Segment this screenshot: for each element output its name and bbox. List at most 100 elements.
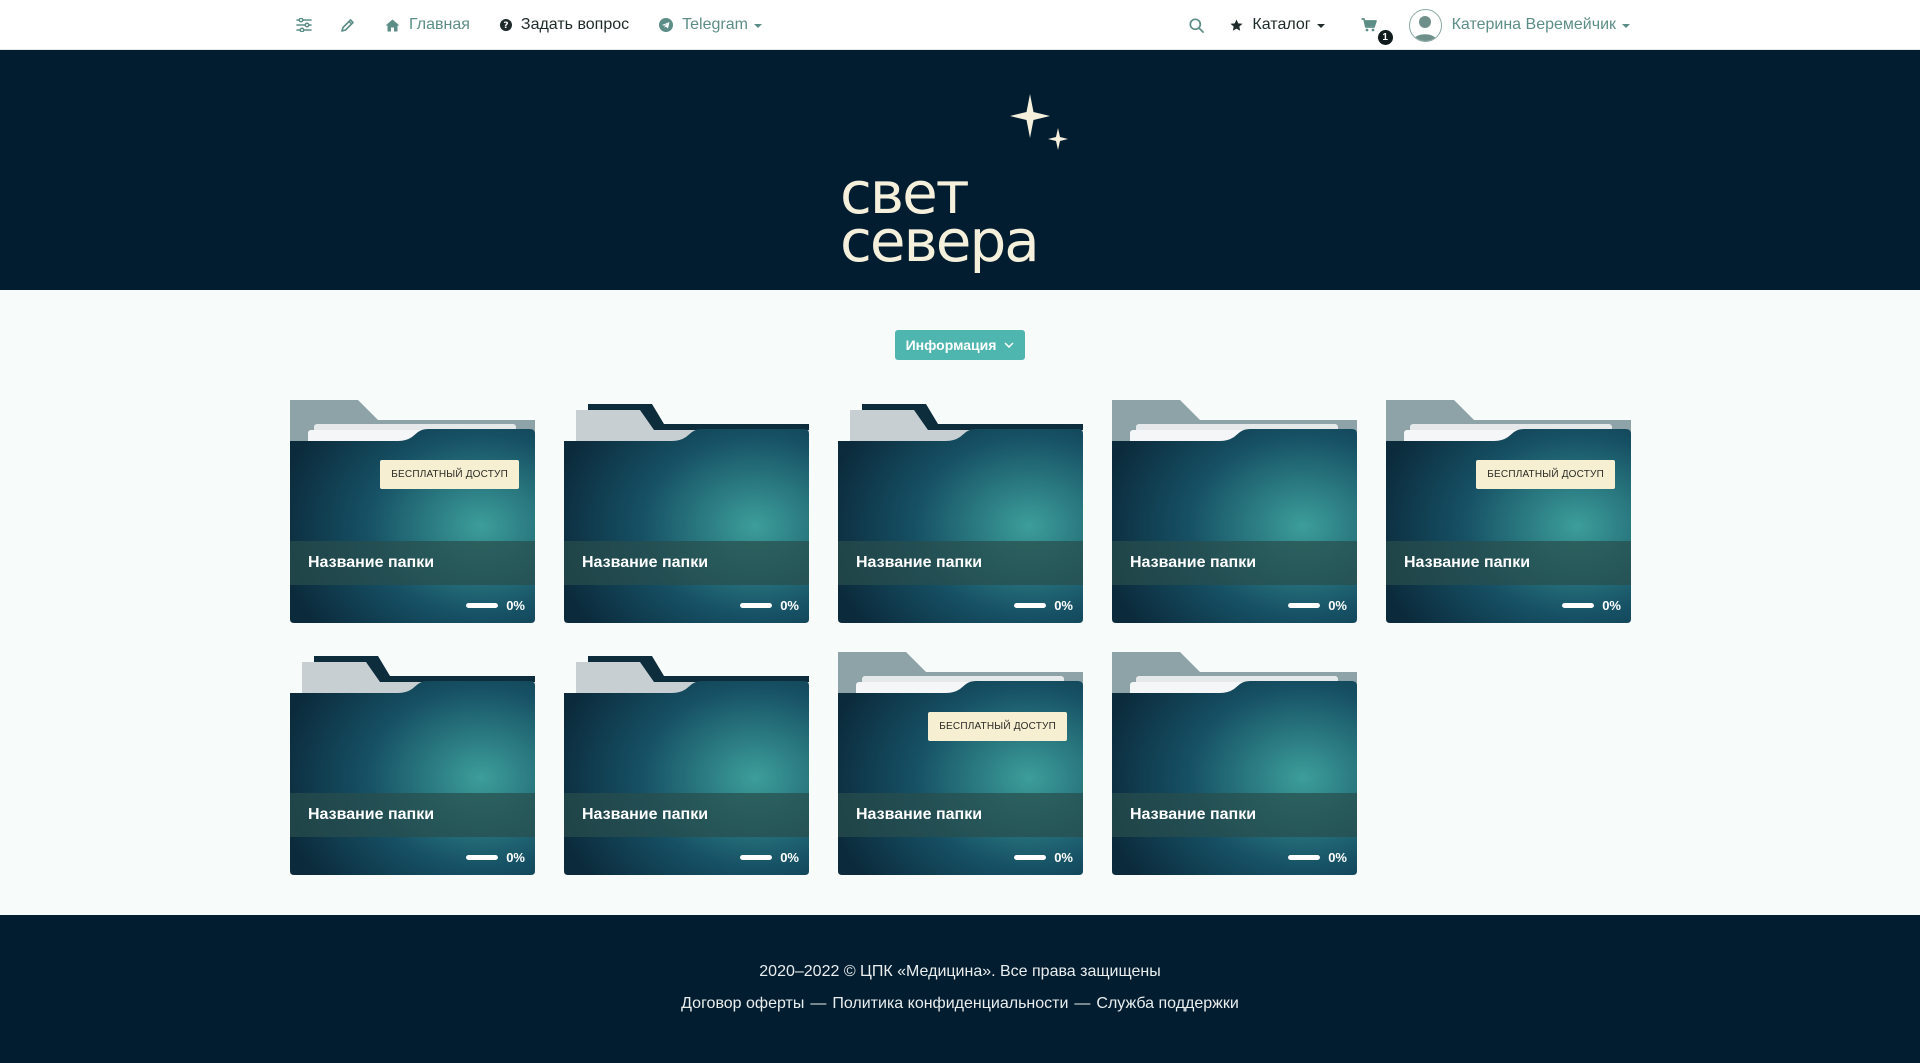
folder-icon	[564, 656, 809, 875]
folder-title: Название папки	[838, 793, 1083, 837]
progress-bar	[1288, 855, 1321, 860]
info-dropdown-button[interactable]: Информация	[895, 330, 1025, 360]
sparkle-stars-icon	[1010, 94, 1068, 150]
navbar-right: Каталог 1 Катерина Веремейчик	[1183, 0, 1630, 50]
folder-title: Название папки	[838, 541, 1083, 585]
search-icon	[1189, 17, 1205, 33]
folder-title: Название папки	[290, 793, 535, 837]
footer-separator: —	[810, 995, 827, 1012]
folder-card[interactable]: БЕСПЛАТНЫЙ ДОСТУП Название папки 0%	[290, 400, 535, 623]
progress-percent: 0%	[1602, 598, 1621, 613]
footer-links: Договор оферты — Политика конфиденциальн…	[0, 995, 1920, 1013]
progress-bar-fill	[740, 855, 773, 860]
folder-progress: 0%	[466, 598, 525, 613]
nav-ask-label: Задать вопрос	[520, 16, 630, 33]
progress-bar-fill	[1014, 603, 1047, 608]
folder-card[interactable]: БЕСПЛАТНЫЙ ДОСТУП Название папки 0%	[1386, 400, 1631, 623]
user-name: Катерина Веремейчик	[1451, 16, 1616, 33]
cart-icon	[1361, 18, 1377, 32]
navbar-inner: Главная ? Задать вопрос Telegram Каталог…	[290, 0, 1630, 50]
progress-percent: 0%	[780, 850, 799, 865]
progress-bar-fill	[466, 603, 499, 608]
user-menu-dropdown[interactable]: Катерина Веремейчик	[1408, 0, 1630, 50]
footer-link-privacy[interactable]: Политика конфиденциальности	[832, 995, 1068, 1013]
footer-copyright: 2020–2022 © ЦПК «Медицина». Все права за…	[759, 963, 1161, 980]
progress-bar	[1562, 603, 1595, 608]
cart-count-badge: 1	[1377, 30, 1393, 45]
folder-title: Название папки	[290, 541, 535, 585]
question-circle-icon: ?	[499, 19, 512, 31]
progress-bar-fill	[740, 603, 773, 608]
folder-card[interactable]: БЕСПЛАТНЫЙ ДОСТУП Название папки 0%	[838, 652, 1083, 875]
logo-text-line2: севера	[840, 207, 1040, 275]
nav-catalog-dropdown[interactable]: Каталог	[1230, 0, 1325, 50]
progress-percent: 0%	[1328, 598, 1347, 613]
free-access-badge: БЕСПЛАТНЫЙ ДОСТУП	[380, 460, 519, 489]
settings-button[interactable]	[290, 0, 318, 50]
folder-progress: 0%	[740, 850, 799, 865]
progress-bar	[1014, 603, 1047, 608]
folder-icon	[290, 656, 535, 875]
folder-title: Название папки	[564, 793, 809, 837]
folder-progress: 0%	[1562, 598, 1621, 613]
badge-label: БЕСПЛАТНЫЙ ДОСТУП	[1487, 469, 1604, 480]
svg-text:?: ?	[503, 21, 508, 31]
folder-card[interactable]: Название папки 0%	[564, 652, 809, 875]
folder-progress: 0%	[1288, 850, 1347, 865]
progress-bar	[740, 855, 773, 860]
folder-card[interactable]: Название папки 0%	[290, 652, 535, 875]
folder-icon	[290, 400, 535, 623]
badge-label: БЕСПЛАТНЫЙ ДОСТУП	[391, 469, 508, 480]
nav-home-link[interactable]: Главная	[385, 0, 470, 50]
folder-icon	[1112, 652, 1357, 875]
nav-home-label: Главная	[409, 16, 470, 33]
folder-card[interactable]: Название папки 0%	[564, 400, 809, 623]
progress-bar	[466, 855, 499, 860]
chevron-down-icon	[1622, 24, 1630, 28]
progress-bar-fill	[466, 855, 499, 860]
progress-percent: 0%	[1054, 850, 1073, 865]
folder-title: Название папки	[1386, 541, 1631, 585]
navbar-left: Главная ? Задать вопрос Telegram	[290, 0, 762, 50]
telegram-icon	[659, 18, 674, 32]
folder-icon	[1112, 400, 1357, 623]
edit-button[interactable]	[334, 0, 361, 50]
nav-telegram-dropdown[interactable]: Telegram	[659, 0, 762, 50]
progress-bar	[740, 603, 773, 608]
progress-percent: 0%	[506, 850, 525, 865]
pencil-icon	[341, 18, 354, 32]
footer-link-support[interactable]: Служба поддержки	[1096, 995, 1238, 1013]
folder-card[interactable]: Название папки 0%	[838, 400, 1083, 623]
footer-link-offer[interactable]: Договор оферты	[681, 995, 804, 1013]
home-icon	[385, 19, 400, 32]
progress-bar	[1014, 855, 1047, 860]
progress-bar	[466, 603, 499, 608]
chevron-down-icon	[1004, 342, 1014, 348]
nav-telegram-label: Telegram	[682, 16, 748, 33]
folder-card[interactable]: Название папки 0%	[1112, 652, 1357, 875]
progress-bar-fill	[1562, 603, 1595, 608]
nav-catalog-label: Каталог	[1252, 16, 1311, 33]
user-avatar-icon	[1408, 8, 1442, 42]
search-button[interactable]	[1183, 0, 1210, 50]
site-footer: 2020–2022 © ЦПК «Медицина». Все права за…	[0, 915, 1920, 1063]
cart-button[interactable]: 1	[1355, 0, 1393, 50]
folder-progress: 0%	[466, 850, 525, 865]
badge-label: БЕСПЛАТНЫЙ ДОСТУП	[939, 721, 1056, 732]
chevron-down-icon	[753, 24, 762, 28]
free-access-badge: БЕСПЛАТНЫЙ ДОСТУП	[1476, 460, 1615, 489]
progress-bar-fill	[1288, 855, 1321, 860]
info-button-label: Информация	[905, 337, 997, 353]
nav-ask-link[interactable]: ? Задать вопрос	[499, 0, 630, 50]
free-access-badge: БЕСПЛАТНЫЙ ДОСТУП	[928, 712, 1067, 741]
folder-progress: 0%	[1014, 850, 1073, 865]
folder-card[interactable]: Название папки 0%	[1112, 400, 1357, 623]
site-logo[interactable]: свет севера	[840, 90, 1090, 270]
progress-bar-fill	[1288, 603, 1321, 608]
chevron-down-icon	[1316, 24, 1325, 28]
folder-title: Название папки	[1112, 541, 1357, 585]
folder-title: Название папки	[564, 541, 809, 585]
progress-percent: 0%	[1328, 850, 1347, 865]
folder-title: Название папки	[1112, 793, 1357, 837]
progress-percent: 0%	[780, 598, 799, 613]
